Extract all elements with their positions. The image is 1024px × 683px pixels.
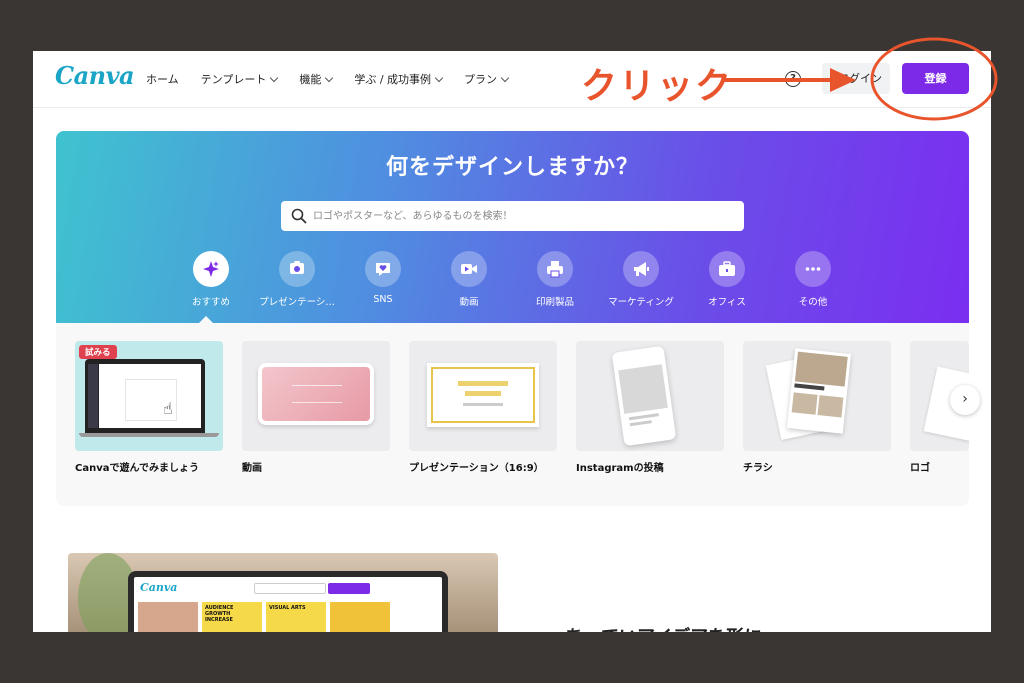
annotation-overlay — [722, 37, 998, 121]
annotation-circle — [870, 37, 998, 121]
annotation-arrow-head — [830, 68, 856, 92]
